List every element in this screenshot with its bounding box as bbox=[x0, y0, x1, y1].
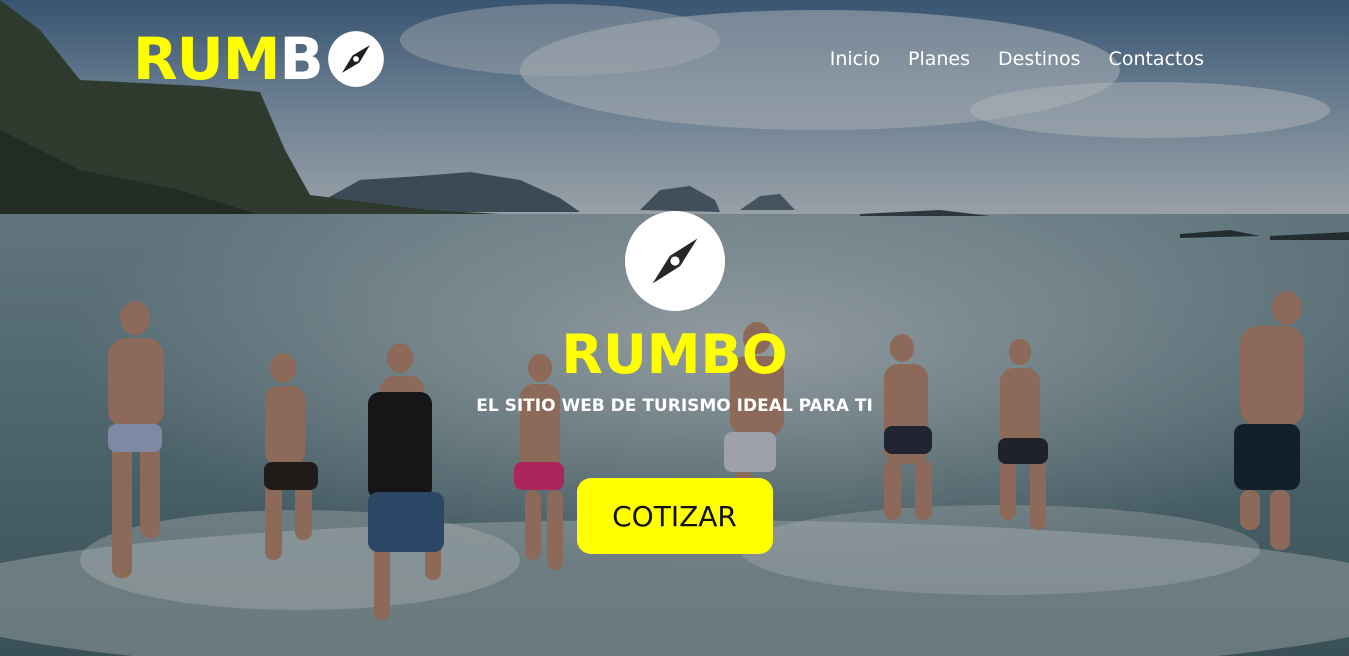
nav-link-inicio[interactable]: Inicio bbox=[830, 48, 880, 70]
nav-link-destinos[interactable]: Destinos bbox=[998, 48, 1081, 70]
hero-content: RUMBO EL SITIO WEB DE TURISMO IDEAL PARA… bbox=[0, 210, 1349, 554]
logo-text-white: B bbox=[279, 25, 323, 93]
compass-icon bbox=[327, 31, 384, 87]
hero-section: RUM B Inicio Planes Destinos Contactos RU… bbox=[0, 0, 1349, 656]
site-logo[interactable]: RUM B bbox=[133, 28, 385, 90]
main-navigation: Inicio Planes Destinos Contactos bbox=[830, 48, 1204, 70]
hero-subtitle: EL SITIO WEB DE TURISMO IDEAL PARA TI bbox=[476, 396, 873, 416]
nav-link-contactos[interactable]: Contactos bbox=[1109, 48, 1204, 70]
hero-title: RUMBO bbox=[561, 323, 788, 386]
nav-link-planes[interactable]: Planes bbox=[908, 48, 970, 70]
compass-icon bbox=[624, 211, 725, 311]
logo-text-yellow: RUM bbox=[133, 25, 280, 93]
cotizar-button[interactable]: COTIZAR bbox=[576, 478, 773, 554]
